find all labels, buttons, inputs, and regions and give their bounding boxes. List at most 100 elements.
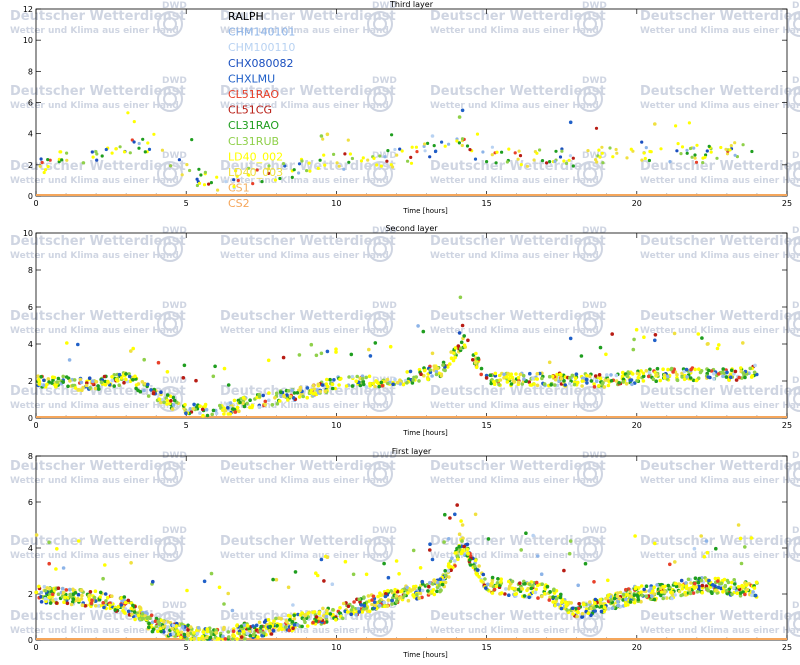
data-point <box>615 151 619 155</box>
data-point <box>555 372 559 377</box>
data-point <box>61 374 65 379</box>
data-point <box>174 624 179 628</box>
data-point <box>688 146 693 151</box>
data-point <box>721 374 725 379</box>
data-point <box>158 626 163 631</box>
data-point <box>359 159 364 163</box>
data-point <box>459 340 464 345</box>
data-point <box>722 577 727 582</box>
data-point <box>736 523 741 527</box>
data-point <box>99 380 104 385</box>
data-point <box>305 386 310 390</box>
data-point <box>347 160 351 164</box>
data-point <box>456 344 461 348</box>
data-point <box>513 151 517 155</box>
data-point <box>710 591 714 595</box>
data-point <box>484 376 489 380</box>
data-point <box>538 148 542 152</box>
data-point <box>519 548 523 552</box>
watermark-title: Deutscher Wetterdienst <box>220 309 396 324</box>
y-tick-label: 2 <box>28 590 33 599</box>
data-point <box>535 372 540 376</box>
data-point <box>432 144 436 148</box>
watermark-subtitle: Wetter und Klima aus einer Hand <box>430 101 599 111</box>
watermark-subtitle: Wetter und Klima aus einer Hand <box>10 176 179 186</box>
data-point <box>140 380 145 384</box>
data-point <box>76 387 81 392</box>
data-point <box>447 575 451 579</box>
data-point <box>346 138 350 142</box>
data-point <box>251 624 255 628</box>
data-point <box>309 388 314 393</box>
data-point <box>565 608 569 612</box>
data-point <box>461 548 465 552</box>
data-point <box>559 592 563 597</box>
data-point <box>40 160 44 165</box>
data-point <box>282 394 287 399</box>
data-point <box>79 588 84 592</box>
legend-entry: CL51RAO <box>228 88 279 101</box>
data-point <box>615 591 620 595</box>
data-point <box>652 597 657 602</box>
data-point <box>711 583 715 587</box>
data-point <box>39 590 44 595</box>
data-point <box>300 611 304 615</box>
data-point <box>554 149 558 153</box>
data-point <box>274 391 279 396</box>
data-point <box>435 589 439 594</box>
data-point <box>192 402 196 407</box>
data-point <box>733 141 737 145</box>
watermark-tile: DWDDeutscher WetterdienstWetter und Klim… <box>640 76 800 112</box>
data-point <box>621 592 626 597</box>
watermark-tile: DWDDeutscher WetterdienstWetter und Klim… <box>430 301 607 337</box>
y-tick-label: 6 <box>28 498 33 507</box>
data-point <box>604 352 608 357</box>
data-point <box>129 606 134 611</box>
data-point <box>605 373 609 377</box>
data-point <box>132 120 136 124</box>
data-point <box>586 149 590 153</box>
data-point <box>411 548 416 553</box>
data-point <box>93 386 98 391</box>
data-point <box>580 615 584 619</box>
data-point <box>405 370 410 374</box>
data-point <box>321 137 325 141</box>
data-point <box>745 587 750 592</box>
data-point <box>257 394 262 399</box>
data-point <box>147 625 151 629</box>
data-point <box>644 584 649 588</box>
data-point <box>241 401 245 406</box>
data-point <box>648 367 652 372</box>
data-point <box>640 140 644 144</box>
data-point <box>82 161 86 165</box>
data-point <box>42 170 46 175</box>
data-point <box>752 586 757 590</box>
data-point <box>624 587 628 592</box>
watermark-subtitle: Wetter und Klima aus einer Hand <box>220 476 389 486</box>
data-point <box>721 367 725 371</box>
data-point <box>170 626 174 631</box>
data-point <box>653 541 657 546</box>
data-point <box>598 345 603 350</box>
data-point <box>151 627 156 632</box>
data-point <box>559 606 564 611</box>
data-point <box>693 153 697 157</box>
data-point <box>383 594 388 599</box>
watermark-subtitle: Wetter und Klima aus einer Hand <box>640 401 800 411</box>
data-point <box>684 581 688 585</box>
data-point <box>43 168 48 172</box>
y-tick-label: 10 <box>23 36 33 45</box>
data-point <box>382 561 386 566</box>
data-point <box>195 177 199 181</box>
data-point <box>507 579 511 584</box>
data-point <box>97 387 101 391</box>
data-point <box>460 523 465 527</box>
data-point <box>460 539 464 543</box>
data-point <box>416 324 420 328</box>
data-point <box>54 601 59 605</box>
data-point <box>430 134 435 138</box>
data-point <box>700 336 704 340</box>
watermark-subtitle: Wetter und Klima aus einer Hand <box>640 326 800 336</box>
data-point <box>675 149 679 153</box>
data-point <box>439 374 444 378</box>
